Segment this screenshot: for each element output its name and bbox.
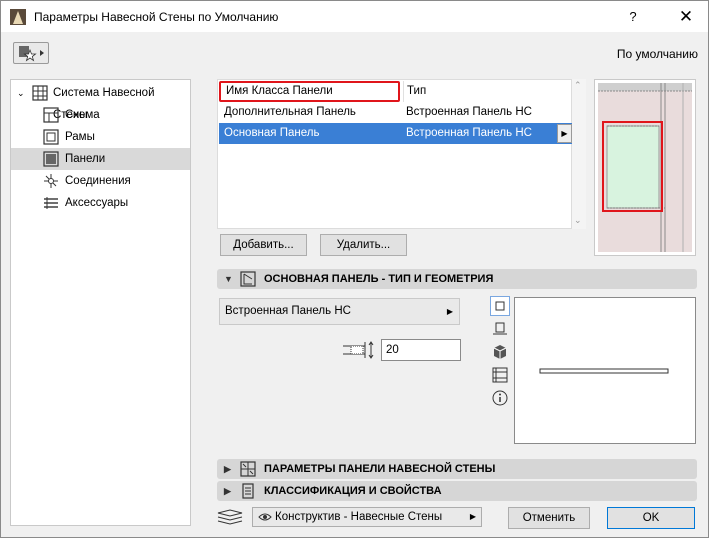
section-label: ПАРАМЕТРЫ ПАНЕЛИ НАВЕСНОЙ СТЕНЫ [264,463,496,475]
panel-plan-preview [514,297,696,444]
section-label: КЛАССИФИКАЦИЯ И СВОЙСТВА [264,485,442,497]
tree-item-scheme[interactable]: Схема [11,104,190,126]
scroll-down-icon[interactable]: ⌄ [574,215,582,226]
tree-item-label: Схема [65,109,100,121]
tree-item-junctions[interactable]: Соединения [11,170,190,192]
panels-icon [43,151,59,167]
junctions-icon [44,174,58,188]
eye-icon [258,513,272,521]
row-type-arrow-icon[interactable]: ▶ [557,124,572,143]
panel-preview [594,79,696,256]
frames-icon [43,129,59,145]
thickness-icon [343,341,374,359]
add-button[interactable]: Добавить... [220,234,307,256]
panel-type-value: Встроенная Панель НС [225,305,351,317]
curtain-wall-preview-image [598,83,692,252]
favorites-button[interactable] [13,42,49,64]
row-name: Основная Панель [224,127,320,139]
table-row[interactable]: Дополнительная Панель Встроенная Панель … [219,102,572,123]
panel-geometry-icon [240,271,256,287]
panel-plan-drawing [539,368,669,374]
panel-type-select[interactable]: Встроенная Панель НС ▶ [219,298,460,325]
help-button[interactable]: ? [613,5,653,29]
tree-item-panels[interactable]: Панели [11,148,190,170]
row-type: Встроенная Панель НС [406,127,532,139]
view-mode-plan-button[interactable] [490,296,510,316]
app-icon [10,9,26,25]
window-title: Параметры Навесной Стены по Умолчанию [34,10,279,24]
info-icon [492,390,508,406]
layer-select[interactable]: Конструктив - Навесные Стены ▶ [252,507,482,527]
section-classification[interactable]: ▶ КЛАССИФИКАЦИЯ И СВОЙСТВА [217,481,697,501]
select-arrow-icon: ▶ [446,307,453,316]
select-arrow-icon: ▶ [469,512,476,521]
tree-item-label: Панели [65,153,106,165]
classification-icon [242,483,254,499]
title-bar: Параметры Навесной Стены по Умолчанию ? … [1,1,708,32]
thickness-input[interactable]: 20 [381,339,461,361]
row-name: Дополнительная Панель [224,106,356,118]
panel-params-icon [240,461,256,477]
table-scrollbar[interactable]: ⌃ ⌄ [572,79,586,229]
scroll-up-icon[interactable]: ⌃ [574,80,582,91]
tree-item-frames[interactable]: Рамы [11,126,190,148]
layer-value: Конструктив - Навесные Стены [275,511,443,523]
scheme-icon [43,107,59,123]
tree-item-accessories[interactable]: Аксессуары [11,192,190,214]
tree-item-label: Соединения [65,175,131,187]
collapse-arrow-icon[interactable]: ⌄ [17,82,25,104]
table-row[interactable]: Основная Панель Встроенная Панель НС ▶ [219,123,572,144]
accessories-icon [44,197,58,209]
section-label: ОСНОВНАЯ ПАНЕЛЬ - ТИП И ГЕОМЕТРИЯ [264,273,494,285]
elevation-icon [492,367,508,383]
tree-item-label: Рамы [65,131,95,143]
plan-view-icon [495,301,505,311]
collapsed-arrow-icon: ▶ [224,464,231,474]
favorites-icon [19,46,44,62]
cube-icon [493,345,507,359]
cancel-button[interactable]: Отменить [508,507,590,529]
tree-root-curtain-wall[interactable]: ⌄ Система Навесной Стены [11,82,190,121]
view-mode-section-button[interactable] [490,319,510,339]
tree-item-label: Аксессуары [65,197,129,209]
close-button[interactable]: ✕ [666,5,706,29]
expanded-arrow-icon: ▼ [224,274,233,284]
ok-button[interactable]: OK [607,507,695,529]
layer-icon [217,509,243,525]
section-panel-params[interactable]: ▶ ПАРАМЕТРЫ ПАНЕЛИ НАВЕСНОЙ СТЕНЫ [217,459,697,479]
collapsed-arrow-icon: ▶ [224,486,231,496]
view-mode-elevation-button[interactable] [490,365,510,385]
section-type-geometry[interactable]: ▼ ОСНОВНАЯ ПАНЕЛЬ - ТИП И ГЕОМЕТРИЯ [217,269,697,289]
panel-class-table: Имя Класса Панели Тип Дополнительная Пан… [217,79,572,229]
column-header-name[interactable]: Имя Класса Панели [219,81,400,102]
default-settings-label: По умолчанию [616,47,698,61]
row-type: Встроенная Панель НС [406,106,532,118]
column-header-type[interactable]: Тип [403,81,572,102]
settings-tree: ⌄ Система Навесной Стены Схема Рамы Пане… [10,79,191,526]
curtain-wall-icon [32,85,48,101]
delete-button[interactable]: Удалить... [320,234,407,256]
section-view-icon [493,322,507,335]
info-button[interactable] [490,388,510,408]
dialog-window: Параметры Навесной Стены по Умолчанию ? … [0,0,709,538]
view-mode-3d-button[interactable] [490,342,510,362]
